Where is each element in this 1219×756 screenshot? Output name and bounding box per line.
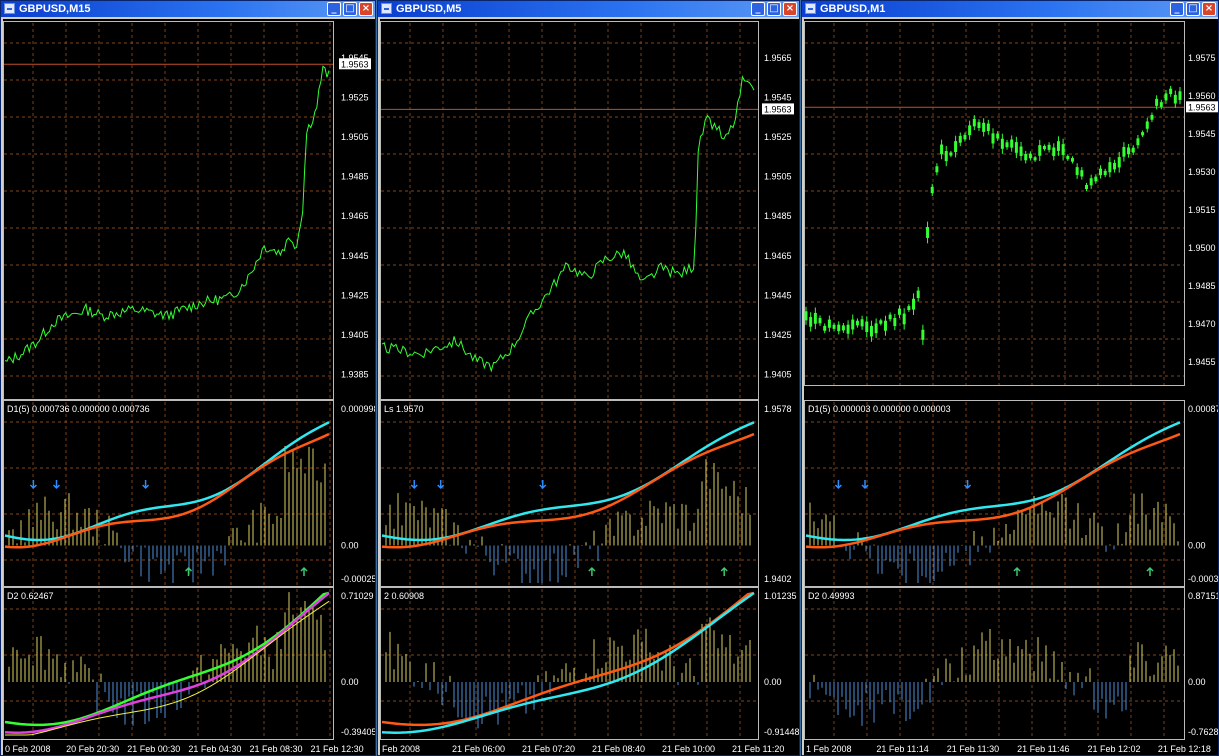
indicator-axis-label: 0.00087: [1188, 404, 1218, 414]
window-title: GBPUSD,M15: [19, 3, 91, 15]
chart-area[interactable]: 1.9575 1.9560 1.9545 1.9530 1.9515 1.9500 1.94…: [804, 19, 1218, 755]
time-axis-label: 21 Feb 11:14: [876, 744, 928, 754]
price-axis-label: 1.9405: [764, 369, 792, 379]
indicator-axis-label: 1.9402: [764, 574, 792, 584]
chart-window-icon: [381, 3, 392, 14]
price-axis-label: 1.9470: [1188, 319, 1216, 329]
indicator-title: Ls 1.9570: [384, 404, 424, 414]
price-axis-label: 1.9545: [764, 93, 792, 103]
price-axis-label: 1.9455: [1188, 357, 1216, 367]
indicator-axis-label: -0.00033: [1188, 574, 1218, 584]
indicator-axis-label: 0.00: [1188, 677, 1206, 687]
window-titlebar[interactable]: GBPUSD,M15 _ □ ×: [1, 1, 375, 17]
indicator-axis-label: 0.87151: [1188, 591, 1218, 601]
time-axis-label: 21 Feb 00:30: [127, 744, 180, 754]
time-axis-label: Feb 2008: [382, 744, 420, 754]
indicator-axis-label: 0.00: [341, 677, 359, 687]
price-axis-label: 1.9505: [341, 132, 369, 142]
price-axis-label: 1.9485: [1188, 281, 1216, 291]
time-axis-label: 21 Feb 12:18: [1158, 744, 1211, 754]
chart-window-m15[interactable]: GBPUSD,M15 _ □ × 1.9545 1.9525 1.9505 1.948…: [0, 0, 376, 756]
chart-window-m1[interactable]: GBPUSD,M1 _ □ × 1.9575 1.9560 1.9545 1.9530…: [801, 0, 1219, 756]
indicator-axis-label: 1.9578: [764, 404, 792, 414]
price-axis-label: 1.9560: [1188, 91, 1216, 101]
chart-canvas[interactable]: 1.9575 1.9560 1.9545 1.9530 1.9515 1.9500 1.94…: [804, 19, 1218, 755]
price-axis-label: 1.9405: [341, 330, 369, 340]
indicator-axis-label: 0.000998: [341, 404, 375, 414]
indicator-title: D1(5) 0.000736 0.000000 0.000736: [7, 404, 150, 414]
price-axis-label: 1.9525: [341, 93, 369, 103]
time-axis-label: 21 Feb 08:40: [592, 744, 645, 754]
price-axis-label: 1.9525: [764, 132, 792, 142]
time-axis-label: 21 Feb 04:30: [188, 744, 241, 754]
indicator-axis-label: 0.71029: [341, 591, 374, 601]
close-icon[interactable]: ×: [1202, 2, 1216, 16]
indicator-axis-label: 0.00: [764, 677, 782, 687]
price-axis-label: 1.9445: [764, 290, 792, 300]
indicator-axis-label: -0.76283: [1188, 727, 1218, 737]
chart-window-icon: [4, 3, 15, 14]
price-axis-label: 1.9545: [1188, 129, 1216, 139]
price-axis-label: 1.9505: [764, 172, 792, 182]
maximize-icon[interactable]: □: [343, 2, 357, 16]
time-axis-label: 21 Feb 08:30: [249, 744, 302, 754]
chart-window-icon: [805, 3, 816, 14]
price-axis-label: 1.9530: [1188, 167, 1216, 177]
indicator-axis-label: -0.00025: [341, 574, 375, 584]
maximize-icon[interactable]: □: [767, 2, 781, 16]
window-titlebar[interactable]: GBPUSD,M1 _ □ ×: [802, 1, 1218, 17]
time-axis-label: 21 Feb 06:00: [452, 744, 505, 754]
chart-area[interactable]: 1.9545 1.9525 1.9505 1.9485 1.9465 1.9445 1.94…: [3, 19, 375, 755]
close-icon[interactable]: ×: [783, 2, 797, 16]
chart-canvas[interactable]: 1.95451.95251.95051.94851.94651.94451.94…: [3, 19, 375, 755]
chart-window-m5[interactable]: GBPUSD,M5 _ □ × 1.9565 1.9545 1.9525 1.9505…: [377, 0, 800, 756]
price-axis-label: 1.9500: [1188, 243, 1216, 253]
window-title: GBPUSD,M1: [820, 3, 886, 15]
time-axis-label: 20 Feb 20:30: [66, 744, 119, 754]
price-axis-label: 1.9465: [341, 211, 369, 221]
current-price-label: 1.9563: [1188, 102, 1216, 112]
indicator-axis-label: -0.39405: [341, 727, 375, 737]
time-axis-label: 1 Feb 2008: [806, 744, 852, 754]
price-axis-label: 1.9425: [764, 330, 792, 340]
window-title: GBPUSD,M5: [396, 3, 462, 15]
price-axis-label: 1.9425: [341, 290, 369, 300]
time-axis-label: 21 Feb 11:20: [732, 744, 784, 754]
time-axis-label: 0 Feb 2008: [5, 744, 51, 754]
close-icon[interactable]: ×: [359, 2, 373, 16]
price-axis-label: 1.9565: [764, 53, 792, 63]
time-axis-label: 21 Feb 12:30: [311, 744, 364, 754]
indicator-axis-label: 0.00: [341, 541, 359, 551]
time-axis-label: 21 Feb 11:46: [1017, 744, 1069, 754]
current-price-label: 1.9563: [341, 59, 369, 69]
price-axis-label: 1.9485: [764, 211, 792, 221]
indicator-axis-label: 1.01235: [764, 591, 797, 601]
time-axis-label: 21 Feb 11:30: [947, 744, 999, 754]
chart-area[interactable]: 1.9565 1.9545 1.9525 1.9505 1.9485 1.9465 1.94…: [380, 19, 799, 755]
indicator-axis-label: 0.00: [1188, 541, 1206, 551]
time-axis-label: 21 Feb 10:00: [662, 744, 715, 754]
current-price-label: 1.9563: [764, 104, 792, 114]
indicator-title: D2 0.62467: [7, 591, 54, 601]
indicator-title: 2 0.60908: [384, 591, 424, 601]
indicator-title: D1(5) 0.000003 0.000000 0.000003: [808, 404, 951, 414]
price-axis-label: 1.9515: [1188, 205, 1216, 215]
time-axis-label: 21 Feb 07:20: [522, 744, 575, 754]
price-axis-label: 1.9465: [764, 251, 792, 261]
indicator-axis-label: -0.91448: [764, 727, 799, 737]
price-axis-label: 1.9385: [341, 369, 369, 379]
minimize-icon[interactable]: _: [327, 2, 341, 16]
maximize-icon[interactable]: □: [1186, 2, 1200, 16]
chart-canvas[interactable]: 1.9565 1.9545 1.9525 1.9505 1.9485 1.9465 1.94…: [380, 19, 799, 755]
price-axis-label: 1.9575: [1188, 53, 1216, 63]
indicator-title: D2 0.49993: [808, 591, 855, 601]
time-axis-label: 21 Feb 12:02: [1087, 744, 1140, 754]
window-titlebar[interactable]: GBPUSD,M5 _ □ ×: [378, 1, 799, 17]
price-axis-label: 1.9485: [341, 172, 369, 182]
minimize-icon[interactable]: _: [1170, 2, 1184, 16]
minimize-icon[interactable]: _: [751, 2, 765, 16]
price-axis-label: 1.9445: [341, 251, 369, 261]
